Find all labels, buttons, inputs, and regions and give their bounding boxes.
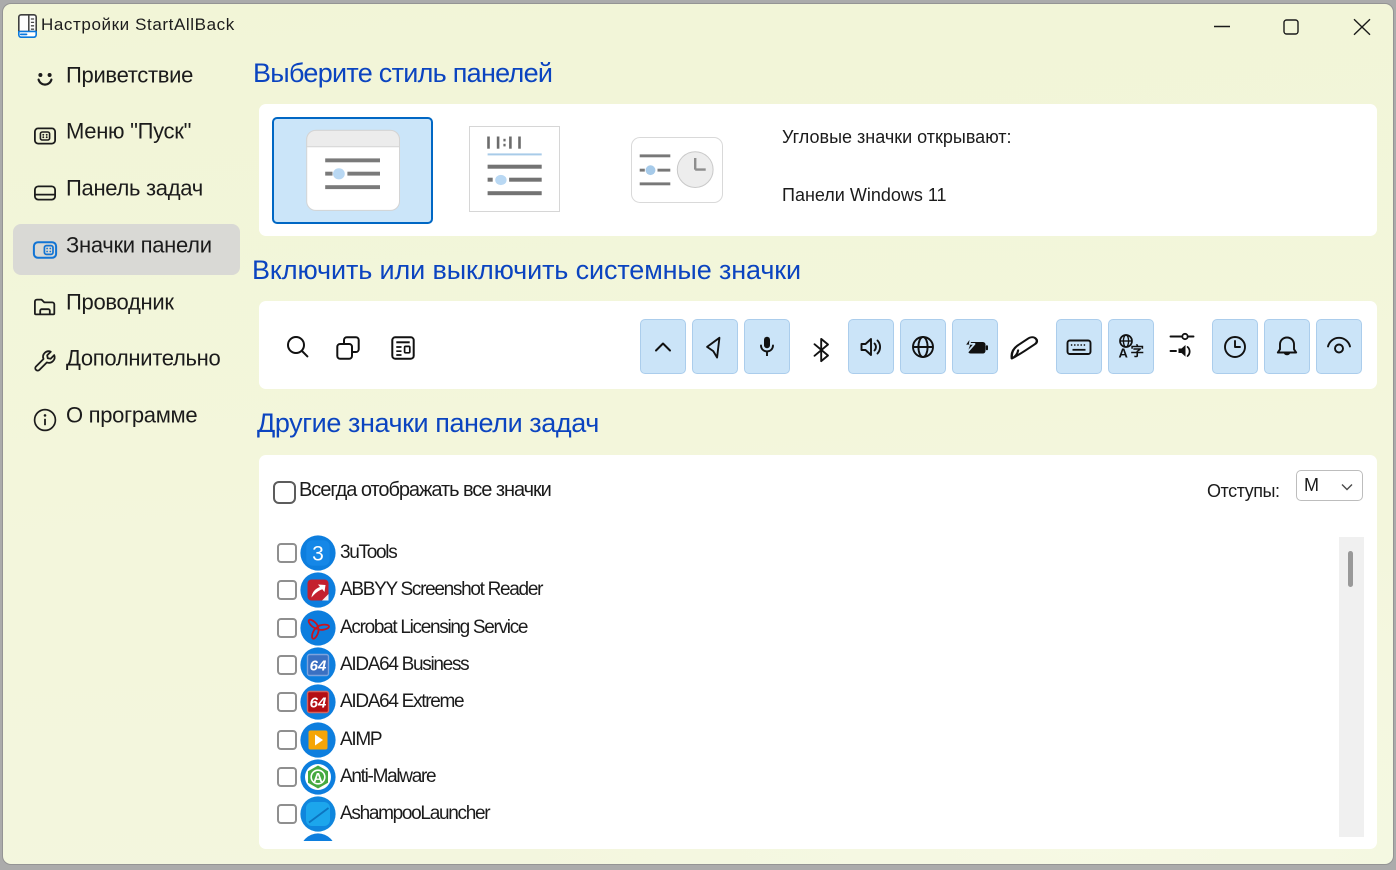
svg-text:3: 3 (312, 543, 324, 566)
svg-text:A: A (1119, 345, 1129, 360)
svg-text:64: 64 (310, 695, 327, 712)
svg-text:A: A (313, 770, 323, 785)
svg-text:字: 字 (1131, 343, 1145, 359)
svg-text:64: 64 (310, 658, 327, 675)
